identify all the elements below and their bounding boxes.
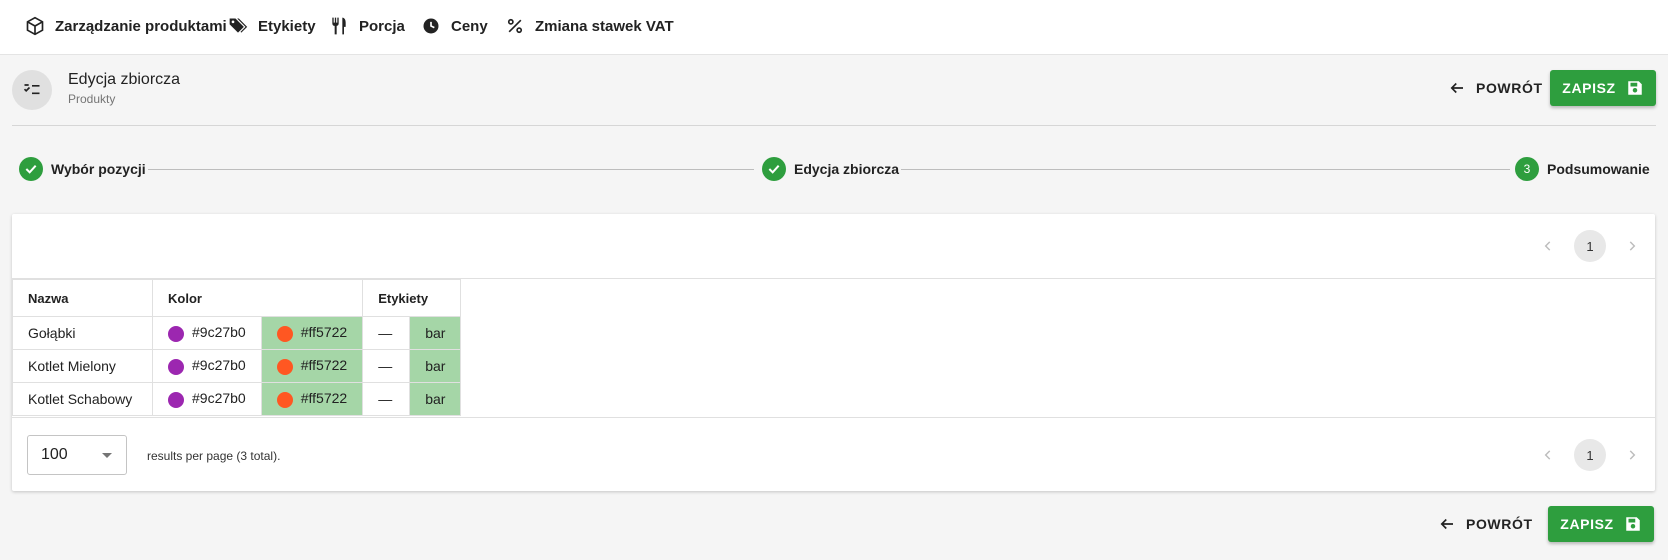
color-swatch [276, 325, 293, 342]
caret-down-icon [102, 453, 112, 458]
chevron-left-icon[interactable] [1536, 234, 1560, 258]
table-bottom-divider [12, 417, 1655, 418]
color-swatch [276, 391, 293, 408]
chevron-left-icon[interactable] [1536, 443, 1560, 467]
color-value: #9c27b0 [192, 390, 246, 407]
save-button-top[interactable]: ZAPISZ [1550, 70, 1656, 106]
page-number-button[interactable]: 1 [1574, 439, 1606, 471]
cell-name: Kotlet Mielony [12, 349, 153, 383]
cell-name: Gołąbki [12, 316, 153, 350]
floppy-disk-icon [1625, 517, 1640, 531]
arrow-left-icon [1440, 518, 1453, 530]
save-button-label: ZAPISZ [1562, 80, 1616, 96]
cell-tag-new: bar [409, 349, 462, 383]
cell-color-old: #9c27b0 [152, 349, 262, 383]
header-divider [12, 125, 1656, 126]
nav-item-product-management[interactable]: Zarządzanie produktami [25, 14, 227, 38]
check-icon [762, 157, 786, 181]
cell-color-old: #9c27b0 [152, 316, 262, 350]
chevron-right-icon[interactable] [1620, 234, 1644, 258]
step-connector [148, 169, 754, 170]
color-value: #ff5722 [300, 390, 348, 407]
arrow-left-icon [1450, 82, 1463, 94]
nav-item-label: Ceny [451, 17, 488, 35]
step-select-items: Wybór pozycji [19, 156, 146, 182]
page-number-button[interactable]: 1 [1574, 230, 1606, 262]
cutlery-icon [332, 17, 346, 35]
back-button-top[interactable]: POWRÓT [1448, 70, 1543, 106]
step-label: Wybór pozycji [51, 161, 146, 177]
per-page-select[interactable]: 100 [27, 435, 127, 475]
step-label: Edycja zbiorcza [794, 161, 900, 177]
color-swatch [168, 391, 184, 408]
cell-color-new: #ff5722 [260, 316, 364, 350]
cell-color-new: #ff5722 [260, 349, 364, 383]
color-swatch [168, 358, 184, 375]
column-header-labels[interactable]: Etykiety [362, 279, 462, 317]
table-header-row: Nazwa Kolor Etykiety [12, 279, 462, 317]
nav-item-prices[interactable]: Ceny [421, 14, 488, 38]
page-avatar [12, 70, 52, 110]
cell-tag-new: bar [409, 316, 462, 350]
table-row[interactable]: Kotlet Mielony #9c27b0 #ff5722 — bar [12, 349, 462, 383]
nav-item-label: Zmiana stawek VAT [535, 17, 674, 35]
nav-item-label: Zarządzanie produktami [55, 17, 227, 35]
save-button-label: ZAPISZ [1560, 516, 1614, 532]
per-page-value: 100 [41, 446, 68, 463]
page-subtitle: Produkty [68, 92, 116, 106]
pagination-bottom: 1 [1536, 439, 1644, 471]
chevron-right-icon[interactable] [1620, 443, 1644, 467]
cell-tag-new: bar [409, 382, 462, 416]
check-icon [19, 157, 43, 181]
column-header-color[interactable]: Kolor [151, 279, 364, 317]
tag-icon [229, 18, 248, 33]
cube-icon [26, 16, 44, 36]
results-summary: results per page (3 total). [147, 449, 281, 463]
percent-icon [507, 18, 523, 34]
top-navigation: Zarządzanie produktami Etykiety Porcja C… [0, 0, 1668, 55]
color-swatch [168, 325, 184, 342]
cell-tag-old: — [362, 316, 411, 350]
step-bulk-edit: Edycja zbiorcza [762, 156, 899, 182]
step-summary: 3 Podsumowanie [1515, 156, 1650, 182]
nav-item-labels[interactable]: Etykiety [228, 14, 316, 38]
cell-color-new: #ff5722 [260, 382, 364, 416]
column-header-name[interactable]: Nazwa [12, 279, 153, 317]
cell-tag-old: — [362, 382, 411, 416]
color-value: #9c27b0 [192, 324, 246, 341]
step-label: Podsumowanie [1547, 161, 1650, 177]
clock-icon [423, 18, 439, 34]
save-button-bottom[interactable]: ZAPISZ [1548, 506, 1654, 542]
cell-color-old: #9c27b0 [152, 382, 262, 416]
cell-tag-old: — [362, 349, 411, 383]
floppy-disk-icon [1627, 81, 1642, 95]
step-number: 3 [1515, 157, 1539, 181]
back-button-bottom[interactable]: POWRÓT [1438, 506, 1533, 542]
back-button-label: POWRÓT [1466, 516, 1533, 532]
cell-name: Kotlet Schabowy [12, 382, 153, 416]
back-button-label: POWRÓT [1476, 80, 1543, 96]
nav-item-vat-rates[interactable]: Zmiana stawek VAT [505, 14, 674, 38]
results-table: Nazwa Kolor Etykiety Gołąbki #9c27b0 #ff… [12, 279, 462, 416]
table-row[interactable]: Gołąbki #9c27b0 #ff5722 — bar [12, 316, 462, 350]
nav-item-label: Etykiety [258, 17, 316, 35]
color-value: #ff5722 [300, 324, 348, 341]
color-swatch [276, 358, 293, 375]
pagination-top: 1 [1536, 230, 1644, 262]
results-card: 1 Nazwa Kolor Etykiety Gołąbki #9c27b0 #… [12, 214, 1655, 491]
page-title: Edycja zbiorcza [68, 71, 181, 88]
nav-item-label: Porcja [359, 17, 405, 35]
color-value: #ff5722 [300, 357, 348, 374]
step-connector [901, 169, 1510, 170]
table-row[interactable]: Kotlet Schabowy #9c27b0 #ff5722 — bar [12, 382, 462, 416]
checklist-icon [23, 84, 40, 95]
color-value: #9c27b0 [192, 357, 246, 374]
nav-item-portion[interactable]: Porcja [329, 14, 405, 38]
